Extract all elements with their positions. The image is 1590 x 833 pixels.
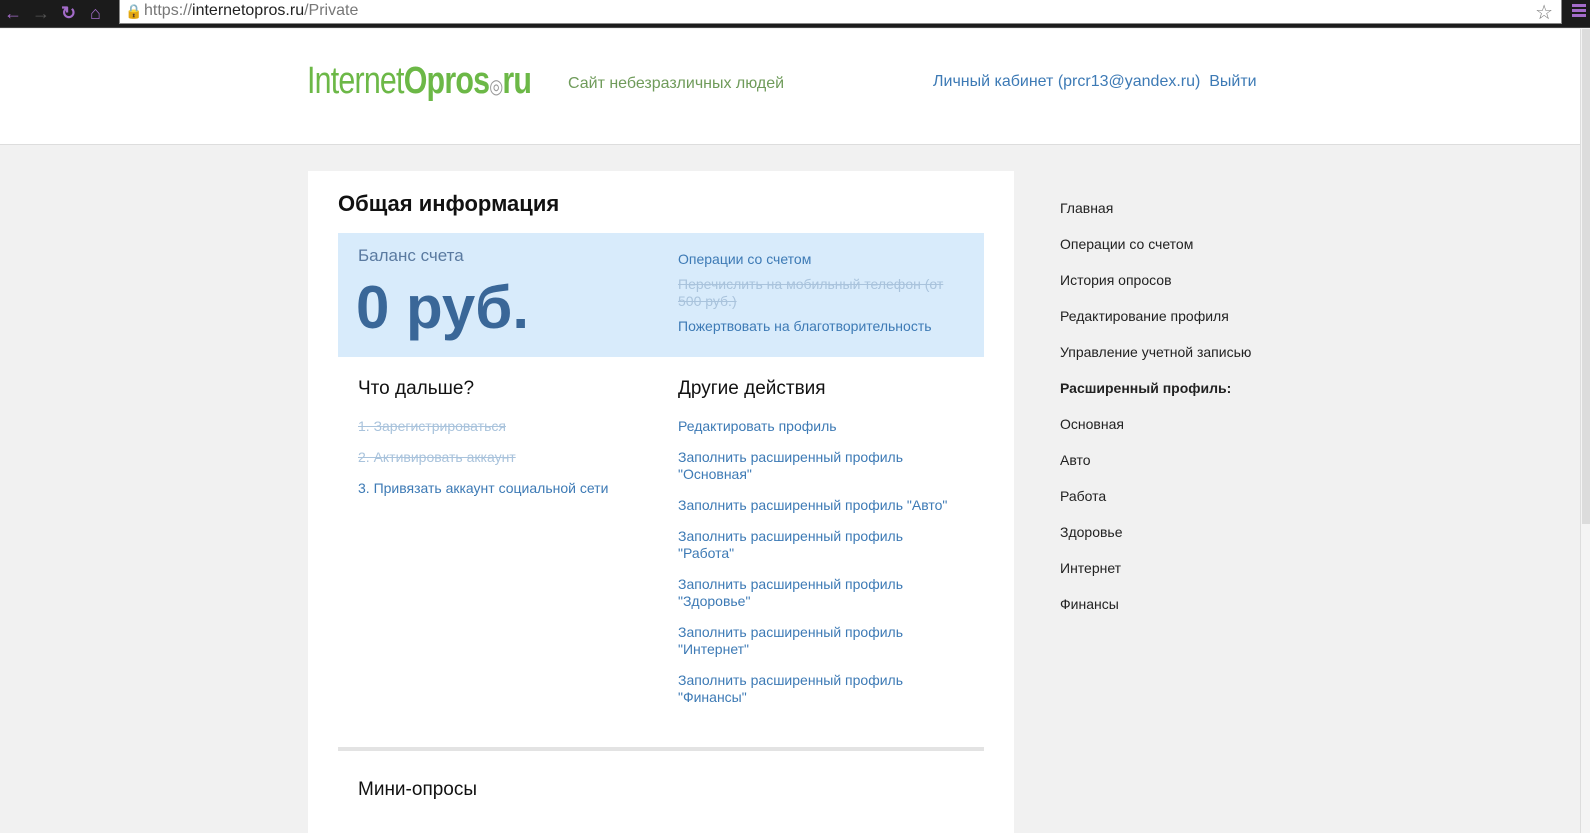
- sidebar-item[interactable]: Финансы: [1060, 596, 1251, 632]
- logo[interactable]: InternetOpros◎ru: [307, 60, 532, 103]
- account-operations-link[interactable]: Операции со счетом: [678, 251, 968, 268]
- step-activate: 2. Активировать аккаунт: [358, 449, 516, 465]
- scrollbar[interactable]: [1580, 29, 1590, 833]
- browser-toolbar: ← → ↻ ⌂ 🔒 https://internetopros.ru/Priva…: [0, 0, 1590, 28]
- sidebar-item[interactable]: Здоровье: [1060, 524, 1251, 560]
- mobile-transfer-link: Перечислить на мобильный телефон (от 500…: [678, 276, 944, 309]
- balance-panel: Баланс счета 0 руб. Операции со счетом П…: [338, 233, 984, 357]
- lock-warning-icon: 🔒: [125, 3, 143, 19]
- donate-link[interactable]: Пожертвовать на благотворительность: [678, 318, 968, 335]
- address-bar[interactable]: 🔒 https://internetopros.ru/Private ☆: [119, 0, 1562, 24]
- sidebar-item[interactable]: Операции со счетом: [1060, 236, 1251, 272]
- forward-icon[interactable]: →: [32, 3, 50, 24]
- logout-link[interactable]: Выйти: [1209, 73, 1256, 90]
- divider: [338, 747, 984, 751]
- sidebar-heading: Расширенный профиль:: [1060, 380, 1232, 396]
- sidebar-item[interactable]: Управление учетной записью: [1060, 344, 1251, 380]
- site-header: InternetOpros◎ru Сайт небезразличных люд…: [0, 29, 1580, 145]
- page-title: Общая информация: [338, 191, 560, 216]
- home-icon[interactable]: ⌂: [90, 3, 101, 24]
- action-link[interactable]: Редактировать профиль: [678, 418, 963, 435]
- step-register: 1. Зарегистрироваться: [358, 418, 506, 434]
- menu-icon[interactable]: [1572, 4, 1586, 19]
- tagline: Сайт небезразличных людей: [568, 75, 785, 92]
- action-link[interactable]: Заполнить расширенный профиль "Основная": [678, 449, 963, 483]
- sidebar-item[interactable]: История опросов: [1060, 272, 1251, 308]
- mini-polls-title: Мини-опросы: [358, 779, 478, 800]
- action-link[interactable]: Заполнить расширенный профиль "Интернет": [678, 624, 963, 658]
- sidebar-item[interactable]: Работа: [1060, 488, 1251, 524]
- bookmark-star-icon[interactable]: ☆: [1535, 0, 1553, 25]
- sidebar-item[interactable]: Основная: [1060, 416, 1251, 452]
- step-link-social[interactable]: 3. Привязать аккаунт социальной сети: [358, 480, 658, 497]
- action-link[interactable]: Заполнить расширенный профиль "Здоровье": [678, 576, 963, 610]
- sidebar-item[interactable]: Главная: [1060, 200, 1251, 236]
- action-link[interactable]: Заполнить расширенный профиль "Авто": [678, 497, 963, 514]
- sidebar-nav: Главная Операции со счетом История опрос…: [1060, 200, 1251, 632]
- sidebar-item[interactable]: Авто: [1060, 452, 1251, 488]
- back-icon[interactable]: ←: [4, 3, 22, 24]
- account-link[interactable]: Личный кабинет (prcr13@yandex.ru): [933, 73, 1200, 90]
- action-link[interactable]: Заполнить расширенный профиль "Финансы": [678, 672, 963, 706]
- sidebar-item[interactable]: Редактирование профиля: [1060, 308, 1251, 344]
- action-link[interactable]: Заполнить расширенный профиль "Работа": [678, 528, 963, 562]
- main-card: Общая информация Баланс счета 0 руб. Опе…: [308, 171, 1014, 833]
- reload-icon[interactable]: ↻: [61, 3, 76, 24]
- sidebar-item[interactable]: Интернет: [1060, 560, 1251, 596]
- balance-amount: 0 руб.: [356, 274, 529, 341]
